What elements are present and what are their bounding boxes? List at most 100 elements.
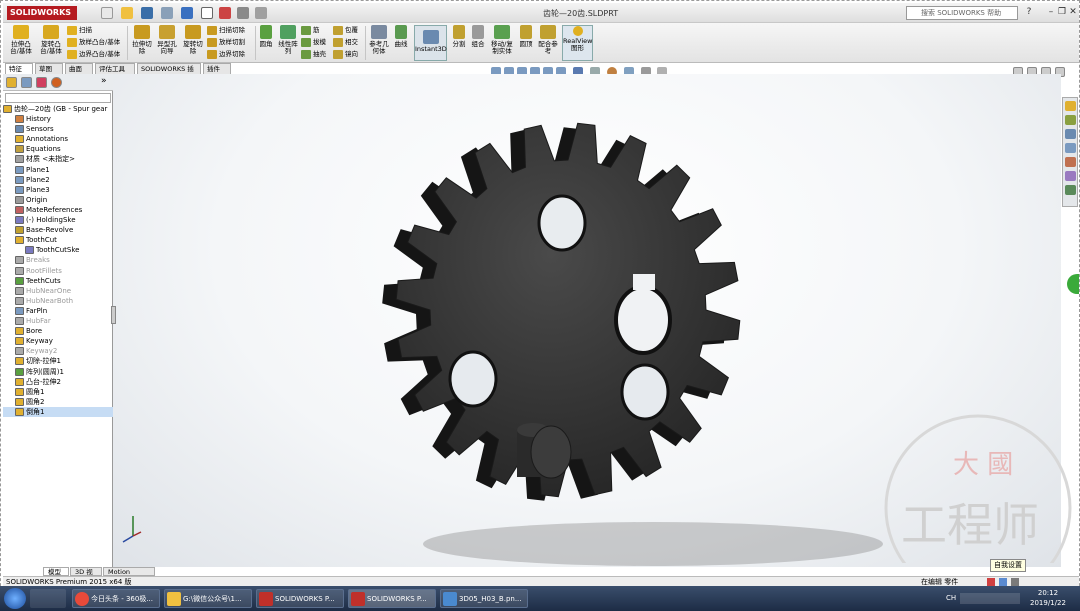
feature-tree-item[interactable]: ToothCut — [3, 235, 113, 245]
config-manager-tab-icon[interactable] — [36, 77, 47, 88]
split-button[interactable]: 分割 — [450, 25, 468, 61]
help-icon[interactable]: ? — [1021, 6, 1037, 19]
save-icon[interactable] — [141, 7, 153, 19]
taskbar-explorer[interactable]: G:\微信公众号\1... — [164, 589, 252, 608]
taskbar-clock[interactable]: 20:12 2019/1/22 — [1030, 588, 1066, 608]
hole-wizard-button[interactable]: 异型孔 向导 — [155, 25, 179, 61]
feature-tree-item[interactable]: 倒角1 — [3, 406, 113, 417]
solidworks-forum-icon[interactable] — [1065, 185, 1076, 195]
feature-tree-item[interactable]: MateReferences — [3, 205, 113, 215]
feature-tree-item[interactable]: 阵列(圆周)1 — [3, 367, 113, 377]
feature-tree-item[interactable]: Keyway — [3, 336, 113, 346]
sweep-button[interactable]: 扫描 — [67, 24, 127, 36]
open-folder-icon[interactable] — [121, 7, 133, 19]
lofted-cut-button[interactable]: 放样切割 — [207, 36, 255, 48]
feature-tree-filter[interactable] — [5, 93, 111, 103]
file-explorer-icon[interactable] — [1065, 129, 1076, 139]
display-manager-tab-icon[interactable] — [51, 77, 62, 88]
feature-tree-item[interactable]: History — [3, 114, 113, 124]
undo-icon[interactable] — [181, 7, 193, 19]
feature-tree-root[interactable]: 齿轮—20齿 (GB - Spur gear — [3, 104, 113, 114]
feature-tree-tab-icon[interactable] — [6, 77, 17, 88]
feature-tree-item[interactable]: Bore — [3, 326, 113, 336]
linear-pattern-button[interactable]: 线性阵 列 — [276, 25, 300, 61]
mate-reference-button[interactable]: 配合参 考 — [536, 25, 560, 61]
tab-motion-study[interactable]: Motion Study 1 — [103, 567, 155, 585]
revolve-boss-button[interactable]: 旋转凸 台/基体 — [37, 25, 65, 61]
loft-button[interactable]: 放样凸台/基体 — [67, 36, 127, 48]
revolved-cut-button[interactable]: 旋转切 除 — [181, 25, 205, 61]
units-icon[interactable] — [999, 578, 1007, 586]
combine-button[interactable]: 组合 — [469, 25, 487, 61]
feature-tree-item[interactable]: Base-Revolve — [3, 225, 113, 235]
reference-geometry-button[interactable]: 参考几 何体 — [368, 25, 390, 61]
feature-tree-item[interactable]: 凸台-拉伸2 — [3, 377, 113, 387]
start-button[interactable] — [4, 588, 26, 609]
custom-properties-icon[interactable] — [1065, 171, 1076, 181]
boundary-cut-button[interactable]: 边界切除 — [207, 48, 255, 60]
side-expand-handle[interactable] — [1067, 274, 1079, 294]
feature-tree-item[interactable]: Plane1 — [3, 165, 113, 175]
feature-tree-item[interactable]: Plane3 — [3, 185, 113, 195]
feature-tree-item[interactable]: Equations — [3, 144, 113, 154]
move-copy-body-button[interactable]: 移动/复 制实体 — [488, 25, 516, 61]
tab-solidworks-addins[interactable]: SOLIDWORKS 插件 — [137, 63, 201, 84]
new-document-icon[interactable] — [101, 7, 113, 19]
tab-sketch[interactable]: 草图 — [35, 63, 63, 74]
feature-tree-item[interactable]: HubNearOne — [3, 286, 113, 296]
mirror-button[interactable]: 镜向 — [333, 48, 363, 60]
draft-button[interactable]: 拔模 — [301, 36, 331, 48]
feature-tree-item[interactable]: Keyway2 — [3, 346, 113, 356]
file-properties-icon[interactable] — [237, 7, 249, 19]
status-option-icon[interactable] — [1011, 578, 1019, 586]
print-icon[interactable] — [161, 7, 173, 19]
dome-button[interactable]: 圆顶 — [517, 25, 535, 61]
tab-3d-views[interactable]: 3D 视图 — [70, 567, 102, 585]
tab-surfaces[interactable]: 曲面 — [65, 63, 93, 74]
feature-tree-item[interactable]: Sensors — [3, 124, 113, 134]
close-button[interactable]: ✕ — [1065, 6, 1080, 19]
fillet-button[interactable]: 圆角 — [258, 25, 274, 61]
tab-evaluate[interactable]: 评估工具 — [95, 63, 135, 74]
boundary-boss-button[interactable]: 边界凸台/基体 — [67, 48, 127, 60]
feature-tree-item[interactable]: HubFar — [3, 316, 113, 326]
taskbar-solidworks-2015[interactable]: SOLIDWORKS P... — [348, 589, 436, 608]
taskbar-browser[interactable]: 今日头条 - 360极... — [72, 589, 160, 608]
swept-cut-button[interactable]: 扫描切除 — [207, 24, 255, 36]
graphics-area[interactable] — [113, 74, 1061, 567]
feature-tree-item[interactable]: Annotations — [3, 134, 113, 144]
options-icon[interactable] — [255, 7, 267, 19]
instant3d-button[interactable]: Instant3D — [414, 25, 447, 61]
expand-chevron-icon[interactable]: » — [101, 76, 107, 86]
rib-button[interactable]: 筋 — [301, 24, 331, 36]
intersect-button[interactable]: 相交 — [333, 36, 363, 48]
extrude-boss-button[interactable]: 拉伸凸 台/基体 — [7, 25, 35, 61]
curves-button[interactable]: 曲线 — [392, 25, 410, 61]
realview-graphics-button[interactable]: RealView 图形 — [562, 25, 593, 61]
tab-features[interactable]: 特征 — [5, 63, 33, 74]
select-icon[interactable] — [201, 7, 213, 19]
feature-tree-item[interactable]: FarPln — [3, 306, 113, 316]
rebuild-icon[interactable] — [219, 7, 231, 19]
feature-tree-item[interactable]: 切除-拉伸1 — [3, 356, 113, 366]
shell-button[interactable]: 抽壳 — [301, 48, 331, 60]
feature-tree-item[interactable]: 圆角1 — [3, 387, 113, 397]
feature-tree-item[interactable]: Plane2 — [3, 175, 113, 185]
appearances-icon[interactable] — [1065, 157, 1076, 167]
cloud-app-icon[interactable] — [30, 589, 66, 608]
gear-model-svg[interactable] — [113, 74, 1061, 567]
tab-addins-3[interactable]: 插件(3) — [203, 63, 231, 84]
solidworks-resources-icon[interactable] — [1065, 101, 1076, 111]
panel-splitter-handle[interactable] — [111, 306, 116, 324]
design-library-icon[interactable] — [1065, 115, 1076, 125]
feature-tree-item[interactable]: 材质 <未指定> — [3, 154, 113, 164]
feature-tree-item[interactable]: Origin — [3, 195, 113, 205]
feature-tree-item[interactable]: HubNearBoth — [3, 296, 113, 306]
feature-tree-item[interactable]: Breaks — [3, 255, 113, 265]
feature-tree-item[interactable]: ToothCutSke — [3, 245, 113, 255]
view-palette-icon[interactable] — [1065, 143, 1076, 153]
tab-model[interactable]: 模型 — [43, 567, 69, 576]
feature-tree-item[interactable]: (-) HoldingSke — [3, 215, 113, 225]
wrap-button[interactable]: 包覆 — [333, 24, 363, 36]
system-tray-icons[interactable] — [960, 593, 1020, 604]
